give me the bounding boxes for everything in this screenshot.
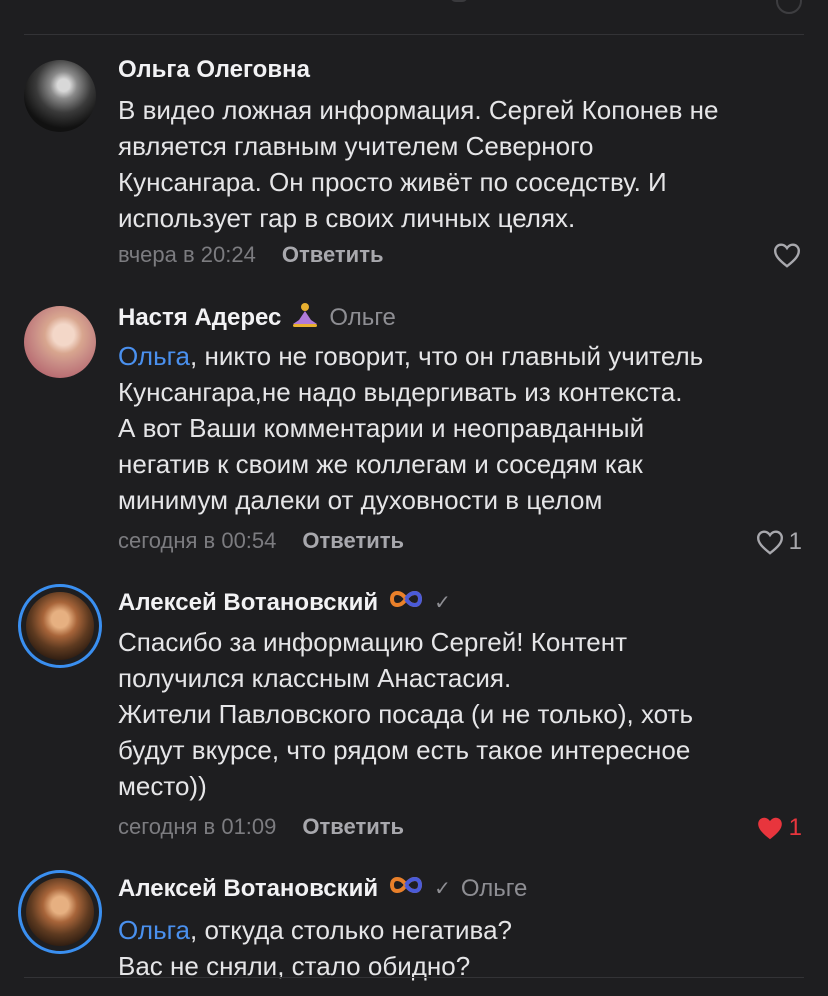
- comment-line: получился классным Анастасия.: [118, 663, 512, 693]
- comment-line: Вас не сняли, стало обидно?: [118, 951, 471, 981]
- like-button[interactable]: 1: [755, 528, 802, 556]
- verified-icon: ✓: [434, 592, 451, 614]
- comment-line: использует гар в своих личных целях.: [118, 203, 576, 233]
- infinity-icon: [386, 588, 426, 617]
- author-name: Алексей Вотановский: [118, 588, 379, 616]
- reply-to: Ольге: [460, 874, 528, 902]
- top-bar: [0, 0, 828, 36]
- divider: [24, 34, 804, 35]
- avatar[interactable]: [24, 60, 96, 132]
- comment-line: Спасибо за информацию Сергей! Контент: [118, 627, 628, 657]
- timestamp: сегодня в 00:54: [118, 528, 277, 553]
- comment-text: Спасибо за информацию Сергей! Контент по…: [118, 624, 808, 804]
- avatar[interactable]: [18, 870, 102, 954]
- reply-button[interactable]: Ответить: [282, 242, 384, 268]
- infinity-icon: [386, 874, 426, 903]
- comment-text: Ольга, никто не говорит, что он главный …: [118, 338, 808, 518]
- avatar[interactable]: [18, 584, 102, 668]
- verified-icon: ✓: [434, 878, 451, 900]
- heart-icon: [773, 243, 801, 268]
- lotus-icon: [291, 302, 319, 334]
- comment-meta: сегодня в 01:09 Ответить: [118, 814, 404, 840]
- author-name: Ольга Олеговна: [118, 56, 310, 83]
- heart-filled-icon: [757, 817, 782, 840]
- reply-button[interactable]: Ответить: [302, 528, 404, 554]
- mention-link[interactable]: Ольга: [118, 341, 190, 371]
- like-button[interactable]: 1: [755, 814, 802, 842]
- like-count: 1: [788, 528, 802, 555]
- author-name: Алексей Вотановский: [118, 874, 379, 902]
- comment-line: , откуда столько негатива?: [190, 915, 512, 945]
- comment-line: минимум далеки от духовности в целом: [118, 485, 603, 515]
- comment-text: В видео ложная информация. Сергей Копоне…: [118, 92, 808, 236]
- avatar[interactable]: [24, 306, 96, 378]
- close-icon[interactable]: [776, 0, 802, 14]
- comment-line: место)): [118, 771, 207, 801]
- title-fragment: [450, 0, 468, 2]
- comment-line: будут вкурсе, что рядом есть такое интер…: [118, 735, 691, 765]
- like-count: 1: [788, 814, 802, 841]
- comment-meta: вчера в 20:24 Ответить: [118, 242, 384, 268]
- timestamp: сегодня в 01:09: [118, 814, 277, 839]
- comment-line: В видео ложная информация. Сергей Копоне…: [118, 95, 719, 125]
- comment-line: Кунсангара,не надо выдергивать из контек…: [118, 377, 683, 407]
- comment-line: , никто не говорит, что он главный учите…: [190, 341, 704, 371]
- reply-to: Ольге: [329, 304, 396, 331]
- comment-meta: сегодня в 00:54 Ответить: [118, 528, 404, 554]
- comment-author[interactable]: Ольга Олеговна: [118, 56, 310, 84]
- comment-line: Жители Павловского посада (и не только),…: [118, 699, 693, 729]
- author-name: Настя Адерес: [118, 304, 282, 331]
- comment-author[interactable]: Настя Адерес Ольге: [118, 302, 396, 334]
- comment-author[interactable]: Алексей Вотановский ✓: [118, 588, 451, 617]
- comment-line: Кунсангара. Он просто живёт по соседству…: [118, 167, 667, 197]
- comment-text: Ольга, откуда столько негатива? Вас не с…: [118, 912, 808, 984]
- comment-author[interactable]: Алексей Вотановский ✓ Ольге: [118, 874, 527, 903]
- mention-link[interactable]: Ольга: [118, 915, 190, 945]
- timestamp: вчера в 20:24: [118, 242, 256, 267]
- reply-button[interactable]: Ответить: [302, 814, 404, 840]
- divider: [24, 977, 804, 978]
- heart-icon: [756, 530, 783, 555]
- comment-line: является главным учителем Северного: [118, 131, 594, 161]
- comment-line: негатив к своим же коллегам и соседям ка…: [118, 449, 643, 479]
- like-button[interactable]: [772, 242, 802, 268]
- comment-line: А вот Ваши комментарии и неоправданный: [118, 413, 645, 443]
